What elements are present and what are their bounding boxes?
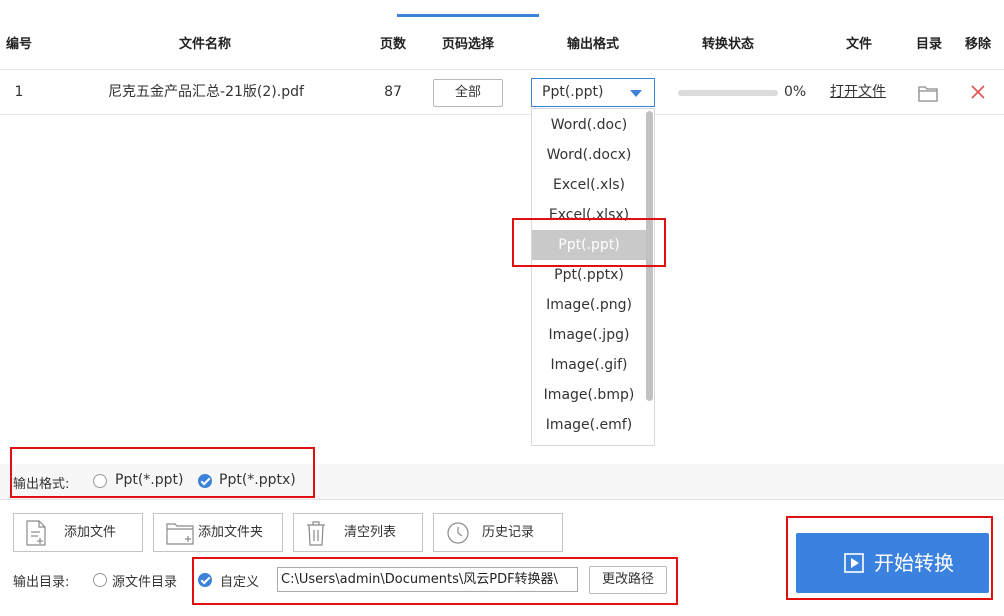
dropdown-option-excel-xls[interactable]: Excel(.xls)	[532, 170, 646, 200]
change-path-button[interactable]: 更改路径	[589, 566, 667, 594]
radio-pptx[interactable]	[198, 474, 212, 488]
radio-ppt[interactable]	[93, 474, 107, 488]
start-convert-label: 开始转换	[874, 551, 954, 575]
history-label: 历史记录	[482, 525, 535, 540]
start-convert-button[interactable]: 开始转换	[796, 533, 989, 593]
dropdown-option-ppt-pptx[interactable]: Ppt(.pptx)	[532, 260, 646, 290]
header-output-format: 输出格式	[566, 37, 619, 52]
remove-icon[interactable]	[970, 84, 986, 104]
active-tab-indicator	[397, 14, 539, 17]
radio-pptx-label[interactable]: Ppt(*.pptx)	[219, 472, 296, 488]
format-select-value: Ppt(.ppt)	[542, 84, 604, 100]
output-format-bar: 输出格式: Ppt(*.ppt) Ppt(*.pptx)	[0, 464, 1004, 500]
add-file-button[interactable]: 添加文件	[13, 513, 143, 552]
dropdown-scrollbar[interactable]	[646, 111, 653, 401]
progress-text: 0%	[784, 84, 807, 100]
header-filename: 文件名称	[178, 37, 231, 52]
row-index: 1	[14, 84, 24, 100]
table-row: 1 尼克五金产品汇总-21版(2).pdf 87 全部 Ppt(.ppt) 0%…	[0, 70, 1004, 115]
header-index: 编号	[5, 37, 32, 52]
progress-bar	[678, 90, 778, 96]
header-file: 文件	[845, 37, 872, 52]
chevron-down-icon	[630, 90, 642, 97]
page-select-button[interactable]: 全部	[433, 79, 503, 107]
header-directory: 目录	[915, 37, 942, 52]
radio-ppt-label[interactable]: Ppt(*.ppt)	[115, 472, 183, 488]
add-folder-label: 添加文件夹	[198, 525, 264, 540]
output-format-label: 输出格式:	[13, 477, 70, 492]
add-folder-button[interactable]: 添加文件夹	[153, 513, 283, 552]
radio-source-dir[interactable]	[93, 573, 107, 587]
open-file-link[interactable]: 打开文件	[830, 70, 886, 115]
dropdown-option-image-emf[interactable]: Image(.emf)	[532, 410, 646, 440]
play-icon	[844, 553, 864, 577]
radio-custom-dir[interactable]	[198, 573, 212, 587]
dropdown-option-ppt-ppt[interactable]: Ppt(.ppt)	[532, 230, 646, 260]
dropdown-option-word-doc[interactable]: Word(.doc)	[532, 110, 646, 140]
dropdown-option-image-bmp[interactable]: Image(.bmp)	[532, 380, 646, 410]
radio-source-dir-label[interactable]: 源文件目录	[112, 571, 177, 590]
dropdown-option-image-gif[interactable]: Image(.gif)	[532, 350, 646, 380]
output-dir-label: 输出目录:	[13, 575, 70, 590]
dropdown-option-excel-xlsx[interactable]: Excel(.xlsx)	[532, 200, 646, 230]
add-file-label: 添加文件	[64, 525, 117, 540]
header-remove: 移除	[964, 37, 991, 52]
dropdown-option-image-jpg[interactable]: Image(.jpg)	[532, 320, 646, 350]
folder-icon[interactable]	[918, 84, 938, 106]
row-pages: 87	[384, 84, 402, 100]
history-button[interactable]: 历史记录	[433, 513, 563, 552]
row-filename: 尼克五金产品汇总-21版(2).pdf	[108, 84, 304, 100]
radio-custom-dir-label[interactable]: 自定义	[220, 571, 259, 590]
clear-list-label: 清空列表	[344, 525, 397, 540]
clear-list-button[interactable]: 清空列表	[293, 513, 423, 552]
dropdown-option-word-docx[interactable]: Word(.docx)	[532, 140, 646, 170]
header-status: 转换状态	[701, 37, 754, 52]
format-dropdown[interactable]: Word(.doc) Word(.docx) Excel(.xls) Excel…	[531, 108, 655, 446]
format-select[interactable]: Ppt(.ppt)	[531, 78, 655, 107]
output-path-input[interactable]: C:\Users\admin\Documents\风云PDF转换器\	[277, 567, 578, 592]
header-page-select: 页码选择	[441, 37, 494, 52]
table-header: 编号 文件名称 页数 页码选择 输出格式 转换状态 文件 目录 移除	[0, 26, 1004, 70]
header-pages: 页数	[379, 37, 406, 52]
dropdown-option-image-png[interactable]: Image(.png)	[532, 290, 646, 320]
